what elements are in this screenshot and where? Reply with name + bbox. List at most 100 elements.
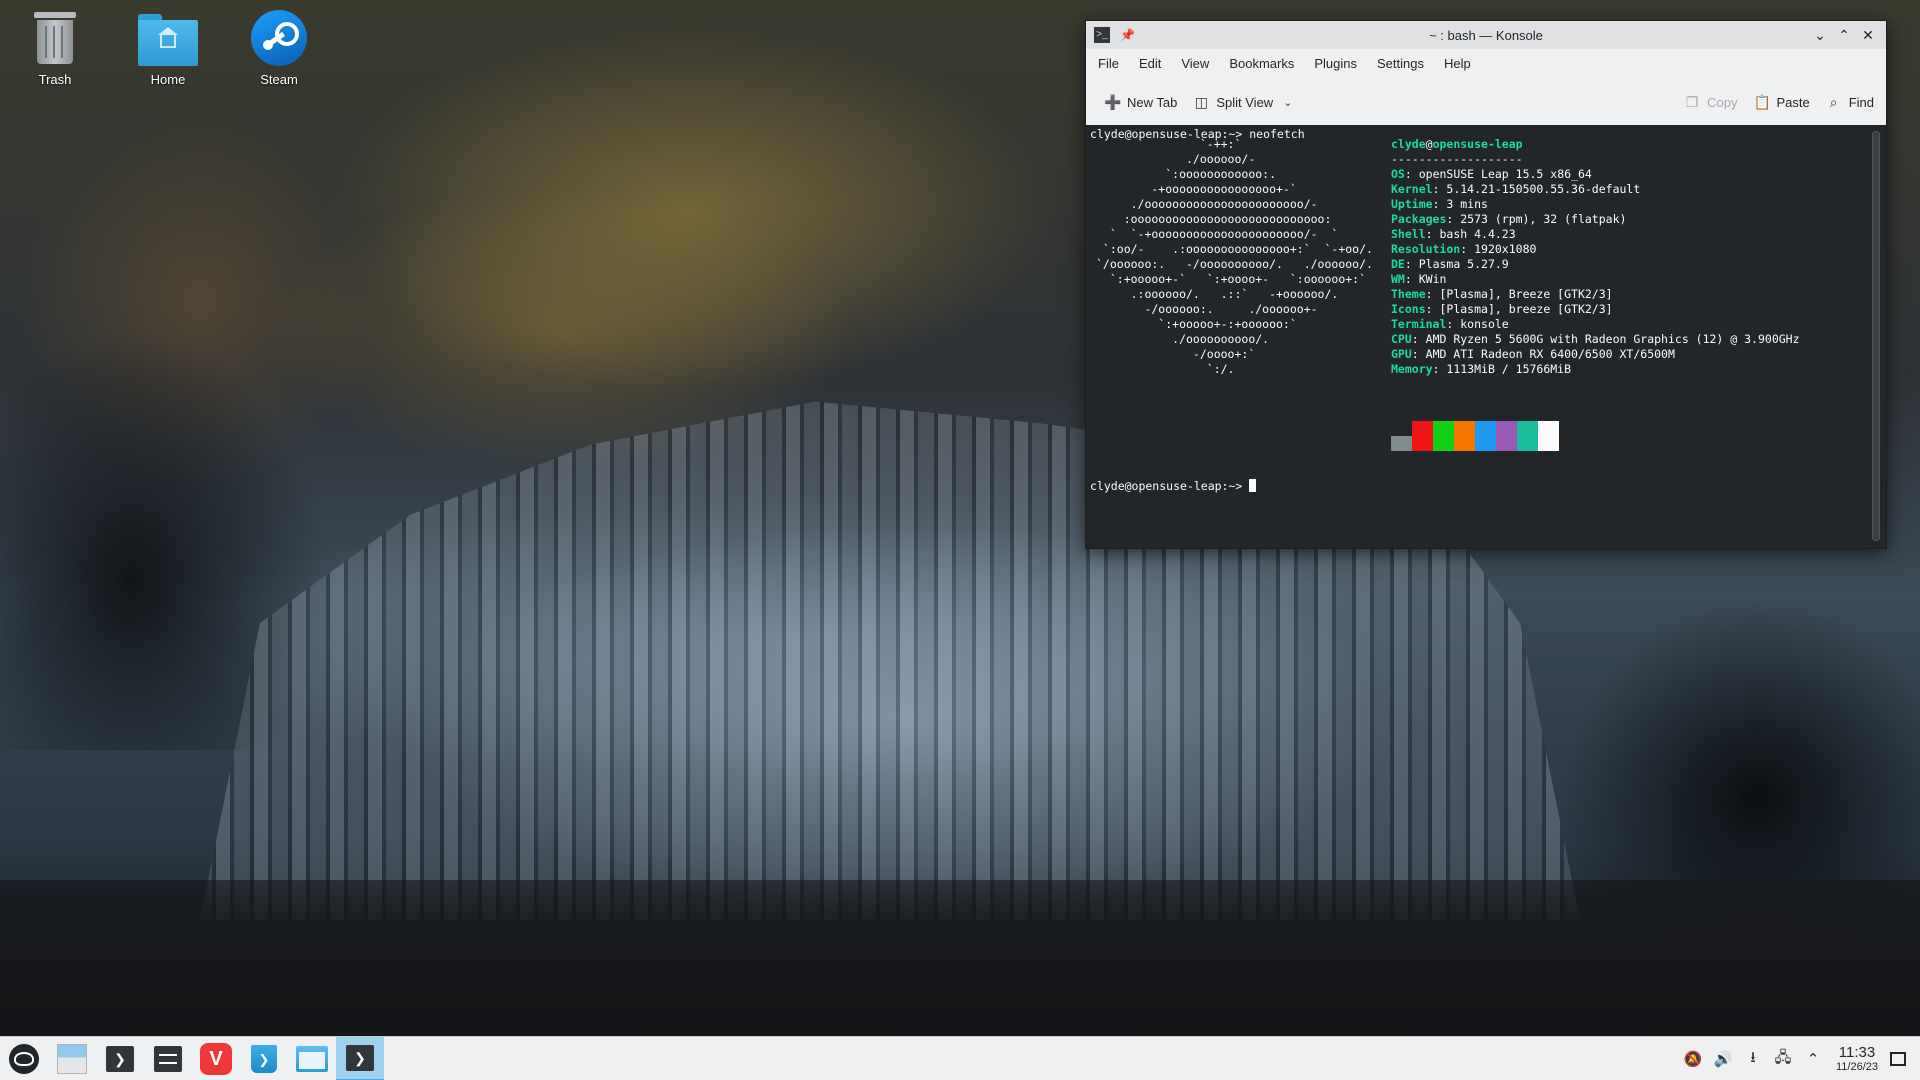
split-view-button[interactable]: ◫ Split View ⌄: [1185, 87, 1300, 117]
info-key: OS: [1391, 167, 1405, 181]
home-folder-icon: [138, 14, 198, 66]
copy-button[interactable]: ❐ Copy: [1676, 87, 1745, 117]
discover-button[interactable]: ❯: [240, 1037, 288, 1080]
new-tab-button[interactable]: ➕ New Tab: [1096, 87, 1185, 117]
info-key: Icons: [1391, 302, 1426, 316]
info-value: KWin: [1418, 272, 1447, 286]
network-icon[interactable]: 🖧: [1768, 1047, 1798, 1072]
terminal-scrollbar[interactable]: [1872, 131, 1880, 541]
dolphin-button[interactable]: [288, 1037, 336, 1080]
paste-label: Paste: [1776, 94, 1810, 110]
chevron-down-icon[interactable]: ⌄: [1283, 96, 1292, 109]
vivaldi-icon: V: [200, 1043, 232, 1075]
desktop-icon-trash[interactable]: Trash: [7, 10, 103, 100]
info-value: AMD Ryzen 5 5600G with Radeon Graphics (…: [1425, 332, 1800, 346]
info-key: Shell: [1391, 227, 1426, 241]
info-value: 1113MiB / 15766MiB: [1446, 362, 1572, 376]
info-value: [Plasma], Breeze [GTK2/3]: [1439, 287, 1613, 301]
menu-settings[interactable]: Settings: [1367, 52, 1434, 76]
menu-plugins[interactable]: Plugins: [1304, 52, 1367, 76]
prompt-text: clyde@opensuse-leap:~>: [1090, 479, 1250, 493]
maximize-icon[interactable]: ⌃: [1832, 23, 1856, 47]
menu-bar: File Edit View Bookmarks Plugins Setting…: [1086, 49, 1886, 79]
window-titlebar[interactable]: >_ 📌 ~ : bash — Konsole ⌄ ⌃ ✕: [1086, 21, 1886, 49]
desktop-pager-icon: [57, 1044, 87, 1074]
opensuse-icon: [9, 1044, 39, 1074]
menu-edit[interactable]: Edit: [1129, 52, 1171, 76]
color-palette: [1391, 421, 1559, 451]
menu-help[interactable]: Help: [1434, 52, 1481, 76]
info-value: Plasma 5.27.9: [1418, 257, 1509, 271]
info-value: [Plasma], breeze [GTK2/3]: [1439, 302, 1613, 316]
store-icon: ❯: [251, 1045, 277, 1073]
window-title: ~ : bash — Konsole: [1429, 27, 1543, 43]
info-value: 3 mins: [1446, 197, 1488, 211]
find-label: Find: [1848, 94, 1874, 110]
search-icon: ⌕: [1829, 93, 1838, 110]
new-tab-icon: ➕: [1104, 93, 1122, 110]
main-toolbar: ➕ New Tab ◫ Split View ⌄ ❐ Copy 📋 Paste …: [1086, 79, 1886, 126]
info-key: Uptime: [1391, 197, 1433, 211]
menu-view[interactable]: View: [1171, 52, 1219, 76]
neofetch-info: clyde@opensuse-leap ------------------- …: [1391, 137, 1800, 376]
info-value: konsole: [1460, 317, 1509, 331]
expand-tray-icon[interactable]: ⌃: [1798, 1050, 1828, 1068]
system-tray: 🔕 🔊 ⭳ 🖧 ⌃ 11:33 11/26/23: [1678, 1037, 1920, 1080]
info-value: AMD ATI Radeon RX 6400/6500 XT/6500M: [1425, 347, 1675, 361]
menu-bookmarks[interactable]: Bookmarks: [1219, 52, 1304, 76]
palette-swatch: [1454, 421, 1475, 451]
pin-icon[interactable]: 📌: [1120, 28, 1135, 42]
close-icon[interactable]: ✕: [1856, 23, 1880, 47]
info-key: Terminal: [1391, 317, 1447, 331]
taskbar: ❯ V ❯ ❯ 🔕 🔊 ⭳ 🖧 ⌃ 11:33 11/26/23: [0, 1036, 1920, 1080]
terminal-cursor: [1249, 479, 1257, 492]
palette-swatch: [1538, 421, 1559, 451]
clock-date: 11/26/23: [1835, 1060, 1878, 1073]
terminal-icon: ❯: [346, 1045, 374, 1071]
palette-swatch: [1391, 436, 1412, 451]
clock-time: 11:33: [1838, 1043, 1876, 1061]
minimize-icon[interactable]: ⌄: [1808, 23, 1832, 47]
neofetch-logo: `-++:` ./oooooo/- `:oooooooooooo:. -+ooo…: [1096, 137, 1373, 376]
palette-swatch: [1433, 421, 1454, 451]
info-key: DE: [1391, 257, 1405, 271]
paste-button[interactable]: 📋 Paste: [1745, 87, 1817, 117]
konsole-launcher-button[interactable]: ❯: [96, 1037, 144, 1080]
palette-swatch: [1496, 421, 1517, 451]
menu-file[interactable]: File: [1088, 52, 1129, 76]
desktop-icon-steam[interactable]: Steam: [231, 10, 327, 100]
folder-icon: [296, 1046, 328, 1072]
info-key: GPU: [1391, 347, 1412, 361]
info-key: Kernel: [1391, 182, 1433, 196]
notifications-muted-icon[interactable]: 🔕: [1678, 1050, 1708, 1068]
clock[interactable]: 11:33 11/26/23: [1835, 1043, 1878, 1074]
neofetch-host: opensuse-leap: [1432, 137, 1523, 151]
pager-button[interactable]: [48, 1037, 96, 1080]
steam-icon: [251, 10, 307, 66]
usb-icon[interactable]: ⭳: [1738, 1047, 1768, 1072]
info-key: WM: [1391, 272, 1405, 286]
palette-swatch: [1475, 421, 1496, 451]
copy-icon: ❐: [1685, 93, 1699, 110]
settings-icon: [154, 1046, 182, 1072]
terminal-icon: ❯: [106, 1046, 134, 1072]
show-desktop-icon[interactable]: [1890, 1052, 1906, 1066]
desktop-icon-label: Home: [150, 72, 186, 87]
find-button[interactable]: ⌕ Find: [1818, 87, 1882, 117]
neofetch-user: clyde: [1391, 137, 1426, 151]
info-key: Theme: [1391, 287, 1426, 301]
info-value: 2573 (rpm), 32 (flatpak): [1460, 212, 1627, 226]
konsole-window: >_ 📌 ~ : bash — Konsole ⌄ ⌃ ✕ File Edit …: [1085, 20, 1887, 549]
vivaldi-button[interactable]: V: [192, 1037, 240, 1080]
volume-icon[interactable]: 🔊: [1708, 1050, 1738, 1068]
terminal-area[interactable]: clyde@opensuse-leap:~> neofetch `-++:` .…: [1086, 125, 1886, 548]
konsole-icon[interactable]: >_: [1094, 27, 1110, 43]
app-launcher-button[interactable]: [0, 1037, 48, 1080]
konsole-task-button[interactable]: ❯: [336, 1037, 384, 1080]
info-key: CPU: [1391, 332, 1412, 346]
info-value: bash 4.4.23: [1439, 227, 1516, 241]
system-settings-button[interactable]: [144, 1037, 192, 1080]
info-key: Resolution: [1391, 242, 1461, 256]
paste-icon: 📋: [1753, 93, 1771, 110]
desktop-icon-home[interactable]: Home: [120, 10, 216, 100]
